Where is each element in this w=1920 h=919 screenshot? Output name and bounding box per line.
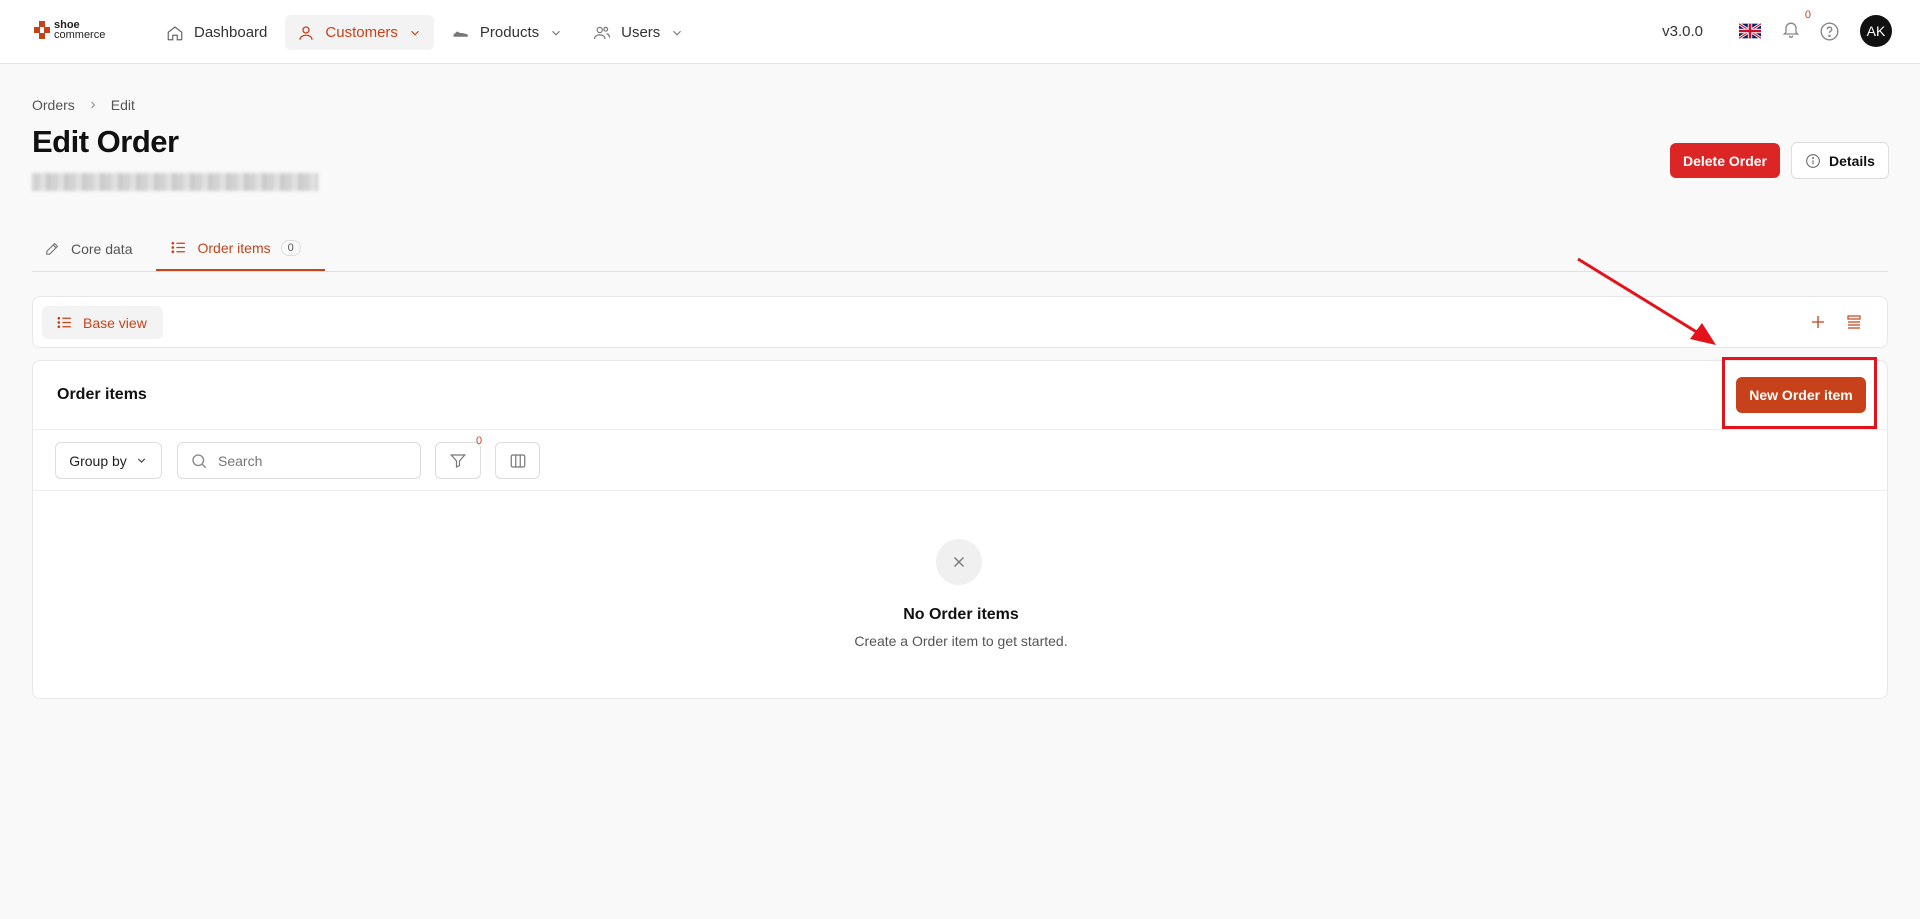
info-icon bbox=[1806, 153, 1820, 168]
nav-label: Dashboard bbox=[194, 24, 268, 41]
base-view-label: Base view bbox=[83, 314, 147, 331]
uk-flag-icon[interactable] bbox=[1739, 21, 1761, 41]
breadcrumb: Orders Edit bbox=[32, 97, 135, 113]
home-icon bbox=[167, 25, 183, 40]
nav-label: Customers bbox=[325, 24, 398, 41]
views-list-icon[interactable] bbox=[1845, 313, 1863, 331]
page-title: Edit Order bbox=[32, 124, 179, 159]
edit-icon bbox=[46, 242, 59, 255]
filter-count-badge: 0 bbox=[476, 435, 483, 447]
page-subtitle-redacted bbox=[32, 173, 318, 191]
delete-order-button[interactable]: Delete Order bbox=[1670, 143, 1780, 178]
chevron-down-icon bbox=[673, 30, 682, 36]
chevron-down-icon bbox=[137, 458, 145, 463]
plus-icon[interactable] bbox=[1809, 313, 1827, 331]
group-by-label: Group by bbox=[69, 452, 127, 469]
help-icon[interactable] bbox=[1819, 21, 1840, 42]
chevron-down-icon bbox=[411, 30, 419, 36]
close-icon bbox=[954, 557, 964, 567]
notification-count-badge: 0 bbox=[1804, 8, 1811, 21]
annotation-highlight-box bbox=[1722, 357, 1877, 429]
empty-state-subtitle: Create a Order item to get started. bbox=[854, 633, 1068, 649]
filter-icon bbox=[449, 453, 467, 468]
columns-icon bbox=[510, 453, 525, 468]
empty-state-title: No Order items bbox=[903, 606, 1019, 623]
nav-label: Users bbox=[621, 24, 661, 41]
chevron-down-icon bbox=[552, 30, 561, 36]
filter-button[interactable] bbox=[435, 442, 481, 479]
logo-text: shoe commerce bbox=[54, 19, 106, 41]
nav-item-users[interactable]: Users bbox=[581, 15, 696, 50]
nav-item-products[interactable]: Products bbox=[440, 15, 575, 50]
search-box bbox=[177, 442, 421, 479]
users-icon bbox=[594, 26, 611, 39]
tab-bar: Core data Order items 0 bbox=[32, 226, 1888, 272]
tab-order-items[interactable]: Order items 0 bbox=[156, 226, 325, 271]
version-label: v3.0.0 bbox=[1662, 22, 1703, 40]
empty-state: No Order items Create a Order item to ge… bbox=[33, 491, 1887, 698]
panel-title: Order items bbox=[57, 386, 147, 403]
columns-button[interactable] bbox=[495, 442, 540, 479]
base-view-button[interactable]: Base view bbox=[42, 306, 163, 339]
user-icon bbox=[299, 25, 314, 40]
tab-label: Core data bbox=[71, 240, 133, 257]
list-icon bbox=[171, 241, 186, 254]
chevron-right-icon bbox=[90, 101, 96, 109]
details-label: Details bbox=[1829, 152, 1875, 169]
table-toolbar: Group by 0 bbox=[33, 430, 1887, 491]
search-icon bbox=[192, 453, 207, 468]
nav-item-customers[interactable]: Customers bbox=[285, 15, 434, 50]
search-input[interactable] bbox=[218, 452, 398, 469]
tab-count-badge: 0 bbox=[280, 239, 301, 256]
list-icon bbox=[57, 316, 71, 329]
breadcrumb-edit: Edit bbox=[110, 97, 135, 113]
nav-label: Products bbox=[479, 24, 540, 41]
order-items-panel: Order items New Order item Group by 0 No… bbox=[32, 360, 1888, 699]
header-right: v3.0.0 0 AK bbox=[1662, 9, 1892, 47]
nav-item-dashboard[interactable]: Dashboard bbox=[154, 15, 279, 50]
shoe-icon bbox=[453, 31, 468, 37]
breadcrumb-orders[interactable]: Orders bbox=[32, 97, 75, 113]
notifications-button[interactable]: 0 bbox=[1781, 9, 1811, 44]
tab-label: Order items bbox=[197, 239, 271, 256]
brand-logo[interactable]: shoe commerce bbox=[34, 19, 106, 41]
view-bar: Base view bbox=[32, 296, 1888, 348]
details-button[interactable]: Details bbox=[1791, 142, 1889, 179]
avatar[interactable]: AK bbox=[1860, 15, 1892, 47]
panel-header: Order items New Order item bbox=[33, 361, 1887, 430]
tab-core-data[interactable]: Core data bbox=[32, 226, 156, 271]
top-navbar: shoe commerce Dashboard Customers Produc… bbox=[0, 0, 1920, 64]
logo-icon bbox=[34, 21, 50, 39]
group-by-dropdown[interactable]: Group by bbox=[55, 442, 162, 479]
bell-icon bbox=[1782, 22, 1800, 38]
main-nav: Dashboard Customers Products Users bbox=[154, 15, 696, 50]
empty-state-icon bbox=[936, 539, 982, 585]
